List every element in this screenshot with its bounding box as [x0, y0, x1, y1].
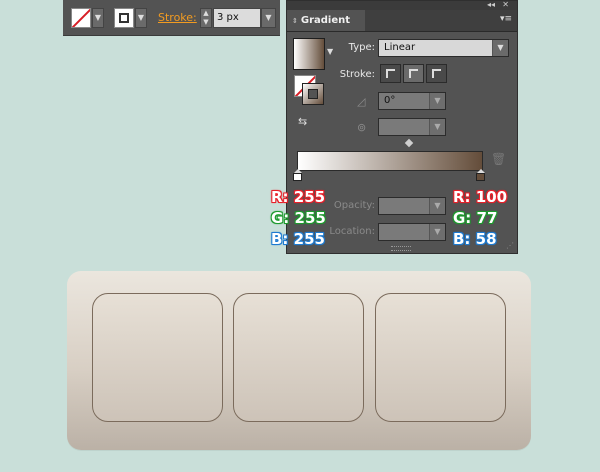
type-label: Type: — [348, 42, 375, 53]
gradient-slider[interactable] — [297, 151, 483, 171]
right-stop-blue: B: 58 — [453, 230, 497, 248]
stroke-swatch-icon — [119, 13, 129, 23]
angle-value: 0° — [384, 95, 396, 106]
stroke-within-button[interactable] — [380, 64, 401, 83]
left-stop-blue: B: 255 — [271, 230, 325, 248]
aspect-dropdown-icon[interactable]: ▼ — [429, 119, 445, 135]
opacity-dropdown-icon[interactable]: ▼ — [429, 198, 445, 214]
switch-key-left[interactable] — [92, 293, 223, 422]
resize-grip-icon[interactable]: ⋰ — [506, 241, 514, 250]
angle-dropdown-icon[interactable]: ▼ — [429, 93, 445, 109]
tab-gradient[interactable]: ⇕ Gradient — [287, 10, 365, 31]
location-label: Location: — [329, 226, 375, 237]
stroke-swatch[interactable] — [114, 8, 134, 28]
stroke-along-icon — [409, 69, 418, 78]
tab-toggle-icon: ⇕ — [292, 17, 298, 25]
gradient-stop-brown[interactable] — [476, 169, 485, 181]
right-stop-green: G: 77 — [453, 209, 498, 227]
panel-menu-icon[interactable]: ▾≡ — [500, 14, 512, 24]
type-select[interactable]: Linear ▼ — [378, 39, 509, 57]
type-select-value: Linear — [384, 42, 416, 53]
reverse-gradient-icon[interactable]: ⇆ — [298, 115, 316, 129]
aspect-ratio-input[interactable]: ▼ — [378, 118, 446, 136]
stroke-along-button[interactable] — [403, 64, 424, 83]
location-input[interactable]: ▼ — [378, 223, 446, 241]
type-dropdown-icon[interactable]: ▼ — [492, 40, 508, 56]
stroke-label[interactable]: Stroke: — [158, 11, 197, 24]
angle-input[interactable]: 0° ▼ — [378, 92, 446, 110]
angle-icon: ◿ — [357, 95, 366, 108]
fill-none-swatch[interactable] — [71, 8, 91, 28]
stroke-dropdown-arrow[interactable]: ▼ — [135, 8, 147, 28]
switch-key-right[interactable] — [375, 293, 506, 422]
panel-bottom-grip[interactable] — [391, 246, 411, 251]
gradient-preview-swatch[interactable] — [293, 38, 325, 70]
collapse-panel-icon[interactable]: ◂◂ — [487, 0, 495, 9]
stroke-gradient-swatch[interactable] — [302, 83, 324, 105]
left-stop-green: G: 255 — [271, 209, 326, 227]
trash-icon[interactable]: 🗑 — [491, 152, 506, 166]
location-dropdown-icon[interactable]: ▼ — [429, 224, 445, 240]
control-toolbar: ▼ ▼ Stroke: ▲ ▼ 3 px ▼ — [63, 0, 280, 36]
panel-tab-row: ⇕ Gradient ▾≡ — [287, 10, 517, 32]
midpoint-diamond[interactable] — [404, 138, 414, 148]
stroke-within-icon — [386, 69, 395, 78]
opacity-input[interactable]: ▼ — [378, 197, 446, 215]
switch-plate[interactable] — [67, 271, 531, 450]
left-stop-red: R: 255 — [271, 188, 326, 206]
stroke-across-icon — [432, 69, 441, 78]
gradient-stop-white[interactable] — [293, 169, 302, 181]
stop-body — [476, 173, 485, 181]
stroke-swatch-hole — [308, 89, 318, 99]
tab-gradient-label: Gradient — [300, 15, 351, 26]
close-panel-icon[interactable]: ✕ — [502, 0, 509, 9]
fill-dropdown-arrow[interactable]: ▼ — [92, 8, 104, 28]
panel-title-bar[interactable] — [287, 1, 517, 10]
stop-body — [293, 173, 302, 181]
stroke-across-button[interactable] — [426, 64, 447, 83]
stroke-mode-label: Stroke: — [339, 69, 375, 80]
gradient-preview-dropdown-icon[interactable]: ▼ — [327, 47, 333, 56]
opacity-label: Opacity: — [333, 200, 375, 211]
stroke-weight-spinner[interactable]: ▲ ▼ — [200, 8, 212, 28]
stroke-weight-dropdown[interactable]: ▼ — [261, 8, 276, 28]
switch-key-middle[interactable] — [233, 293, 364, 422]
aspect-ratio-icon: ⊚ — [357, 121, 367, 134]
right-stop-red: R: 100 — [453, 188, 508, 206]
stroke-weight-input[interactable]: 3 px — [213, 8, 261, 28]
